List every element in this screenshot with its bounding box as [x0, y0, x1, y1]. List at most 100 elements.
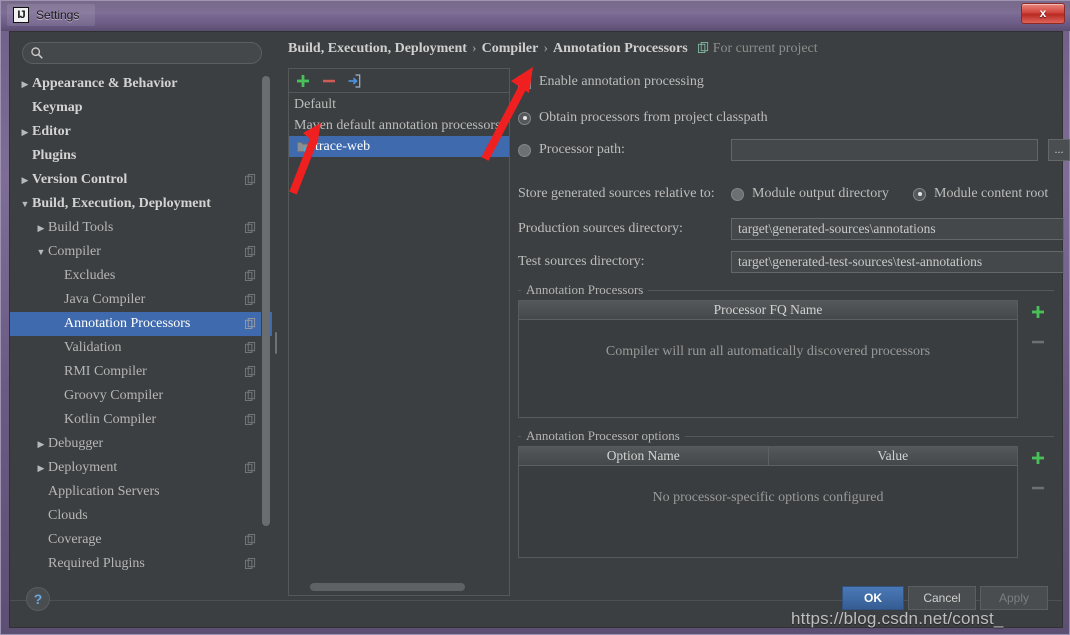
- sidebar-item-appearance-behavior[interactable]: ▶ Appearance & Behavior: [10, 72, 272, 96]
- profile-item-label: Default: [294, 97, 336, 112]
- options-table[interactable]: Option Name Value No processor-specific …: [518, 446, 1018, 558]
- copy-settings-icon[interactable]: [245, 462, 256, 473]
- chevron-down-icon[interactable]: ▼: [34, 240, 48, 264]
- profiles-hscroll-thumb[interactable]: [310, 583, 465, 591]
- breadcrumb-part-1[interactable]: Build, Execution, Deployment: [288, 41, 467, 56]
- copy-settings-icon[interactable]: [245, 414, 256, 425]
- search-input[interactable]: [22, 42, 262, 64]
- minus-icon[interactable]: [1030, 334, 1046, 350]
- sidebar-item-label: Validation: [64, 340, 122, 355]
- sidebar-item-label: Build Tools: [48, 220, 114, 235]
- sidebar-scrollbar-track[interactable]: [261, 74, 270, 582]
- obtain-from-classpath-radio[interactable]: [518, 111, 531, 125]
- sidebar-item-clouds[interactable]: Clouds: [10, 504, 272, 528]
- processor-path-input[interactable]: [731, 139, 1038, 161]
- copy-settings-icon[interactable]: [245, 174, 256, 185]
- plus-icon[interactable]: [295, 73, 311, 89]
- ok-button[interactable]: OK: [842, 586, 904, 610]
- sidebar-item-editor[interactable]: ▶ Editor: [10, 120, 272, 144]
- copy-settings-icon[interactable]: [245, 390, 256, 401]
- sidebar-item-coverage[interactable]: Coverage: [10, 528, 272, 552]
- profile-item-label: Maven default annotation processors: [294, 118, 501, 133]
- sidebar-scrollbar-thumb[interactable]: [262, 76, 270, 526]
- sidebar-item-build-tools[interactable]: ▶ Build Tools: [10, 216, 272, 240]
- copy-settings-icon[interactable]: [245, 270, 256, 281]
- sidebar-item-deployment[interactable]: ▶ Deployment: [10, 456, 272, 480]
- sidebar-item-label: Annotation Processors: [64, 316, 191, 331]
- sidebar-item-excludes[interactable]: Excludes: [10, 264, 272, 288]
- chevron-down-icon[interactable]: ▼: [18, 192, 32, 216]
- sidebar-item-groovy-compiler[interactable]: Groovy Compiler: [10, 384, 272, 408]
- chevron-right-icon[interactable]: ▶: [34, 432, 48, 456]
- sidebar-item-label: Deployment: [48, 460, 118, 475]
- breadcrumb-separator: ›: [471, 41, 477, 56]
- processor-path-radio[interactable]: [518, 143, 531, 157]
- sidebar-item-application-servers[interactable]: Application Servers: [10, 480, 272, 504]
- copy-settings-icon[interactable]: [245, 246, 256, 257]
- sidebar-item-required-plugins[interactable]: Required Plugins: [10, 552, 272, 576]
- sidebar-item-keymap[interactable]: Keymap: [10, 96, 272, 120]
- project-scope-icon: [697, 42, 708, 53]
- settings-dialog: ▶ Appearance & Behavior Keymap ▶ Editor Plu…: [9, 31, 1070, 628]
- options-table-body: No processor-specific options configured: [519, 466, 1017, 557]
- processors-table-header: Processor FQ Name: [519, 301, 1017, 320]
- close-icon[interactable]: x: [1021, 3, 1065, 24]
- module-content-root-radio[interactable]: [913, 187, 926, 201]
- production-sources-label: Production sources directory:: [518, 221, 683, 236]
- sidebar-item-validation[interactable]: Validation: [10, 336, 272, 360]
- window-title: Settings: [36, 8, 80, 22]
- import-icon[interactable]: [347, 73, 363, 89]
- copy-settings-icon[interactable]: [245, 366, 256, 377]
- chevron-right-icon[interactable]: ▶: [18, 120, 32, 144]
- copy-settings-icon[interactable]: [245, 342, 256, 353]
- sidebar-item-kotlin-compiler[interactable]: Kotlin Compiler: [10, 408, 272, 432]
- cancel-button[interactable]: Cancel: [908, 586, 976, 610]
- sidebar-item-rmi-compiler[interactable]: RMI Compiler: [10, 360, 272, 384]
- processor-path-browse-button[interactable]: ...: [1048, 139, 1070, 161]
- profile-item-maven-default-annotation-processors[interactable]: Maven default annotation processors: [289, 115, 509, 136]
- processors-side-buttons: [1022, 300, 1054, 350]
- plus-icon[interactable]: [1030, 450, 1046, 466]
- options-table-header: Option Name Value: [519, 447, 1017, 466]
- module-output-directory-radio[interactable]: [731, 187, 744, 201]
- minus-icon[interactable]: [1030, 480, 1046, 496]
- help-button[interactable]: ?: [26, 587, 50, 611]
- copy-settings-icon[interactable]: [245, 318, 256, 329]
- copy-settings-icon[interactable]: [245, 222, 256, 233]
- chevron-right-icon[interactable]: ▶: [34, 216, 48, 240]
- settings-tree[interactable]: ▶ Appearance & Behavior Keymap ▶ Editor Plu…: [10, 72, 272, 597]
- sidebar-item-annotation-processors[interactable]: Annotation Processors: [10, 312, 272, 336]
- module-content-root-label: Module content root: [934, 186, 1049, 201]
- sidebar-item-version-control[interactable]: ▶ Version Control: [10, 168, 272, 192]
- sidebar-item-compiler[interactable]: ▼ Compiler: [10, 240, 272, 264]
- chevron-right-icon[interactable]: ▶: [18, 168, 32, 192]
- options-side-buttons: [1022, 446, 1054, 496]
- sidebar-item-build-execution-deployment[interactable]: ▼ Build, Execution, Deployment: [10, 192, 272, 216]
- profiles-list[interactable]: Default Maven default annotation processo…: [289, 94, 509, 579]
- test-sources-input[interactable]: [731, 251, 1064, 273]
- enable-annotation-processing-checkbox[interactable]: [518, 75, 531, 89]
- store-relative-to-row: Store generated sources relative to: Mod…: [518, 186, 1054, 202]
- breadcrumb-part-2[interactable]: Compiler: [482, 41, 539, 56]
- copy-settings-icon[interactable]: [245, 534, 256, 545]
- annotation-processors-group-title: Annotation Processors: [521, 282, 649, 298]
- profile-item-default[interactable]: Default: [289, 94, 509, 115]
- minus-icon[interactable]: [321, 73, 337, 89]
- sidebar-item-java-compiler[interactable]: Java Compiler: [10, 288, 272, 312]
- chevron-right-icon[interactable]: ▶: [34, 456, 48, 480]
- chevron-right-icon[interactable]: ▶: [18, 72, 32, 96]
- copy-settings-icon[interactable]: [245, 558, 256, 569]
- enable-annotation-processing-row: Enable annotation processing: [518, 74, 704, 90]
- obtain-from-classpath-row: Obtain processors from project classpath: [518, 110, 768, 126]
- panel-splitter[interactable]: [272, 32, 280, 602]
- profiles-horizontal-scrollbar[interactable]: [290, 581, 509, 593]
- production-sources-input[interactable]: [731, 218, 1064, 240]
- sidebar-item-plugins[interactable]: Plugins: [10, 144, 272, 168]
- profile-item-trace-web[interactable]: trace-web: [289, 136, 509, 157]
- sidebar-item-debugger[interactable]: ▶ Debugger: [10, 432, 272, 456]
- copy-settings-icon[interactable]: [245, 294, 256, 305]
- processors-table[interactable]: Processor FQ Name Compiler will run all …: [518, 300, 1018, 418]
- plus-icon[interactable]: [1030, 304, 1046, 320]
